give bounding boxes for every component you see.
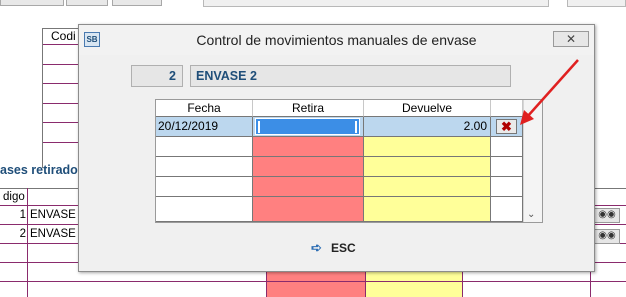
- retira-cell[interactable]: [253, 117, 364, 137]
- retira-input[interactable]: [255, 118, 360, 135]
- devuelve-cell[interactable]: [364, 137, 491, 157]
- delete-cell: [491, 197, 523, 222]
- dialog-title: Control de movimientos manuales de envas…: [196, 32, 477, 48]
- table-row[interactable]: [0, 282, 626, 297]
- delete-cell: ✖: [491, 117, 523, 137]
- fecha-cell[interactable]: [156, 177, 253, 197]
- bg-field-right[interactable]: [567, 0, 626, 7]
- envase-code-field: 2: [131, 65, 183, 87]
- devuelve-cell[interactable]: 2.00: [364, 117, 491, 137]
- binoculars-icon[interactable]: ◉◉: [594, 208, 620, 223]
- column-header-actions: [491, 100, 523, 117]
- column-header-fecha[interactable]: Fecha: [156, 100, 253, 117]
- bg-toolbar-button-3[interactable]: [112, 0, 162, 6]
- movements-grid: Fecha Retira Devuelve 20/12/2019 2.00 ✖: [155, 99, 543, 223]
- bg-field[interactable]: [203, 0, 549, 7]
- row-number: 2: [19, 228, 26, 240]
- movement-dialog: SB Control de movimientos manuales de en…: [78, 24, 595, 272]
- retira-cell[interactable]: [253, 137, 364, 157]
- close-button[interactable]: ✕: [553, 31, 589, 47]
- close-icon: ✕: [565, 32, 577, 46]
- esc-button[interactable]: ➪ ESC: [311, 239, 361, 257]
- bg-toolbar-button-1[interactable]: [0, 0, 64, 6]
- delete-cell: [491, 137, 523, 157]
- envase-name-field: ENVASE 2: [190, 65, 511, 87]
- fecha-cell[interactable]: 20/12/2019: [156, 117, 253, 137]
- section-title: ases retirados: [0, 163, 85, 177]
- fecha-cell[interactable]: [156, 197, 253, 222]
- row-number: 1: [19, 209, 26, 221]
- column-header-retira[interactable]: Retira: [253, 100, 364, 117]
- chevron-down-icon[interactable]: ⌄: [527, 209, 535, 220]
- esc-label: ESC: [331, 241, 356, 255]
- row-name: ENVASE: [30, 209, 76, 221]
- column-divider: [27, 188, 28, 297]
- text-caret: [355, 121, 357, 133]
- retira-cell[interactable]: [253, 177, 364, 197]
- fecha-cell[interactable]: [156, 157, 253, 177]
- bg-toolbar-button-2[interactable]: [66, 0, 108, 6]
- delete-cell: [491, 157, 523, 177]
- bg-grid-header-label: digo: [3, 191, 25, 203]
- row-name: ENVASE: [30, 228, 76, 240]
- retira-cell[interactable]: [253, 157, 364, 177]
- delete-x-icon[interactable]: ✖: [496, 119, 517, 134]
- text-caret: [258, 121, 260, 133]
- dialog-titlebar[interactable]: SB Control de movimientos manuales de en…: [79, 25, 594, 55]
- delete-cell: [491, 177, 523, 197]
- exit-door-icon: ➪: [311, 240, 322, 255]
- binoculars-icon[interactable]: ◉◉: [594, 229, 620, 244]
- devuelve-cell[interactable]: [364, 197, 491, 222]
- column-header-devuelve[interactable]: Devuelve: [364, 100, 491, 117]
- fecha-cell[interactable]: [156, 137, 253, 157]
- devuelve-cell[interactable]: [364, 177, 491, 197]
- vertical-scrollbar[interactable]: ⌄: [523, 100, 542, 222]
- retira-cell[interactable]: [253, 197, 364, 222]
- devuelve-cell[interactable]: [364, 157, 491, 177]
